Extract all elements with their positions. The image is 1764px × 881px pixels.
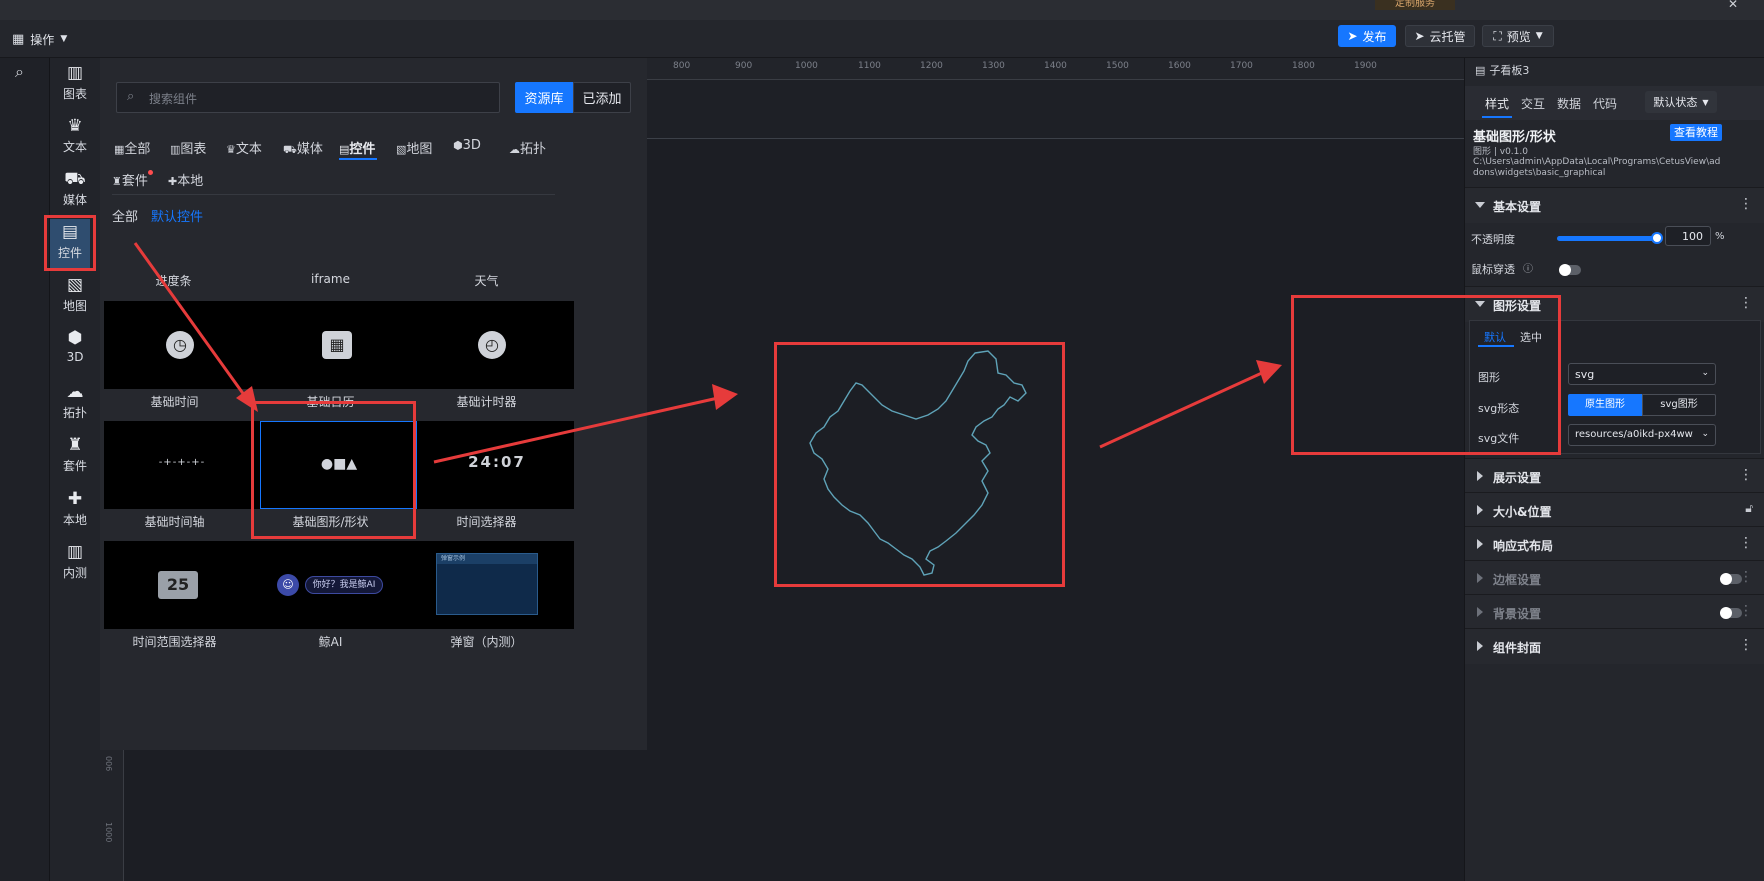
tab-interaction[interactable]: 交互 [1521,95,1545,112]
svg-mode-native[interactable]: 原生图形 [1568,394,1642,416]
caret-right-icon [1477,539,1483,549]
more-icon[interactable]: ⋮ [1739,535,1753,551]
opacity-slider-thumb[interactable] [1651,232,1663,244]
properties-panel: ▤ 子看板3 样式 交互 数据 代码 默认状态 ▼ 基础图形/形状 查看教程 图形 … [1464,58,1764,881]
board-icon: ▤ [1475,63,1486,77]
annotation-box-shape-settings [1291,295,1561,455]
section-border-settings[interactable]: 边框设置 ⋮ [1465,560,1764,596]
component-path: C:\Users\admin\AppData\Local\Programs\Ce… [1473,157,1721,178]
chevron-down-icon: ⌄ [1701,429,1709,439]
opacity-unit: % [1715,231,1725,242]
section-component-cover[interactable]: 组件封面 ⋮ [1465,628,1764,664]
lock-icon[interactable]: 🔓︎ [1745,501,1753,516]
section-basic-settings[interactable]: 基本设置 ⋮ [1465,187,1764,223]
opacity-label: 不透明度 [1471,233,1515,246]
section-display-settings[interactable]: 展示设置 ⋮ [1465,458,1764,494]
more-icon[interactable]: ⋮ [1739,196,1753,212]
caret-right-icon [1477,607,1483,617]
caret-right-icon [1477,641,1483,651]
opacity-slider[interactable] [1557,232,1663,244]
arrow-head [712,384,738,410]
arrow-head [1256,360,1282,384]
arrow-card-to-canvas [433,396,719,464]
tab-style-underline [1482,116,1512,118]
arrow-canvas-to-settings [1099,370,1265,449]
more-icon[interactable]: ⋮ [1739,603,1753,619]
caret-right-icon [1477,471,1483,481]
more-icon[interactable]: ⋮ [1739,637,1753,653]
caret-down-icon [1475,202,1485,208]
caret-right-icon [1477,573,1483,583]
more-icon[interactable]: ⋮ [1739,467,1753,483]
svg-mode-svg[interactable]: svg图形 [1642,394,1716,416]
component-title: 基础图形/形状 [1473,130,1556,145]
help-icon[interactable]: ⓘ [1523,260,1533,275]
mouse-through-toggle[interactable] [1559,264,1581,276]
component-version: 图形 | v0.1.0 [1473,147,1528,157]
breadcrumb: ▤ 子看板3 [1475,63,1530,78]
arrow-category-to-card [133,242,254,407]
state-select[interactable]: 默认状态 ▼ [1645,91,1717,113]
shape-select[interactable]: svg ⌄ [1568,363,1716,385]
caret-right-icon [1477,505,1483,515]
tab-style[interactable]: 样式 [1485,95,1509,112]
basic-settings-body: 不透明度 100 % 鼠标穿透 ⓘ [1465,223,1764,286]
properties-tabs: 样式 交互 数据 代码 默认状态 ▼ [1465,86,1764,120]
section-responsive-layout[interactable]: 响应式布局 ⋮ [1465,526,1764,562]
section-background-settings[interactable]: 背景设置 ⋮ [1465,594,1764,630]
svg-file-select[interactable]: resources/a0ikd-px4ww... ⌄ [1568,424,1716,446]
tab-data[interactable]: 数据 [1557,95,1581,112]
opacity-slider-fill [1557,236,1657,241]
chevron-down-icon: ⌄ [1701,368,1709,378]
more-icon[interactable]: ⋮ [1739,569,1753,585]
mouse-through-label: 鼠标穿透 [1471,263,1515,276]
opacity-input[interactable]: 100 [1665,226,1711,246]
section-size-position[interactable]: 大小&位置 🔓︎ [1465,492,1764,528]
chevron-down-icon: ▼ [1702,97,1709,107]
tutorial-button[interactable]: 查看教程 [1670,124,1722,141]
more-icon[interactable]: ⋮ [1739,295,1753,311]
tab-code[interactable]: 代码 [1593,95,1617,112]
